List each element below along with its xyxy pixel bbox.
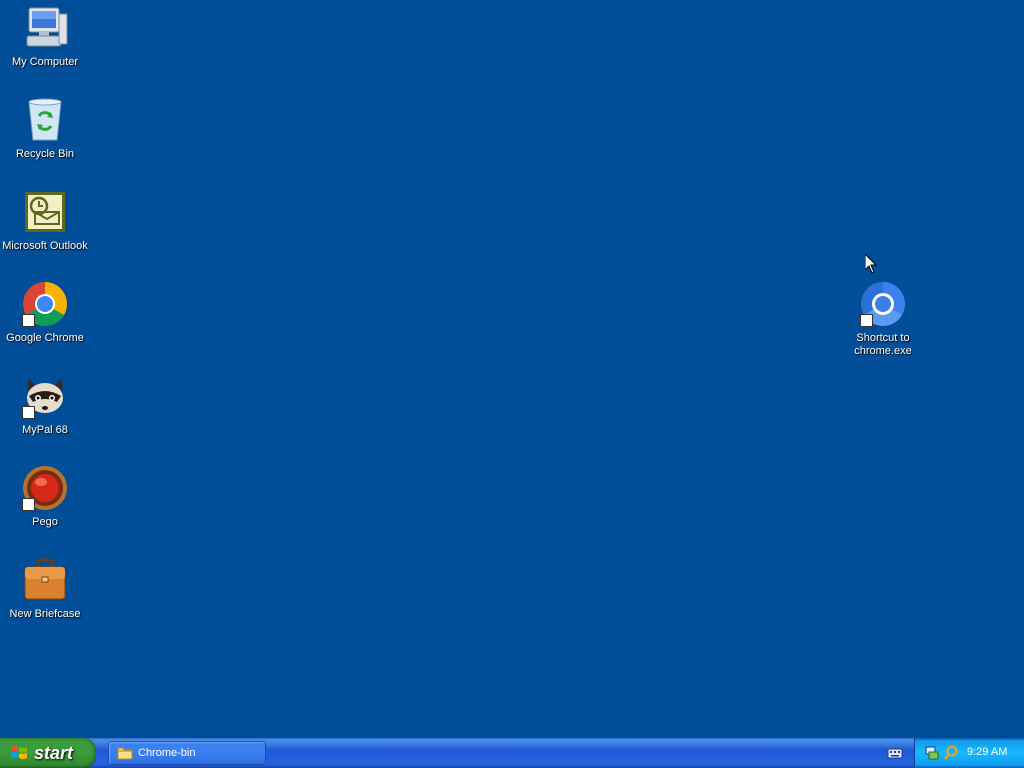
clock[interactable]: 9:29 AM [967,746,1007,758]
system-tray: 9:29 AM [914,738,1024,768]
keyboard-icon[interactable] [887,745,903,761]
desktop-icon-label: MyPal 68 [22,424,68,436]
pego-red-orb-icon [21,464,69,512]
briefcase-icon [21,556,69,604]
folder-icon [117,747,133,760]
start-button[interactable]: start [0,738,96,768]
outlook-icon [21,188,69,236]
desktop-icon-recycle-bin[interactable]: Recycle Bin [0,96,90,161]
search-icon[interactable] [943,745,959,761]
shortcut-arrow-icon [22,498,35,511]
desktop-icon-new-briefcase[interactable]: New Briefcase [0,556,90,621]
shortcut-arrow-icon [22,406,35,419]
shortcut-arrow-icon [22,314,35,327]
desktop-icon-label: Google Chrome [6,332,84,344]
desktop-icon-google-chrome[interactable]: Google Chrome [0,280,90,345]
shortcut-arrow-icon [860,314,873,327]
desktop-icon-label: Shortcut to chrome.exe [854,332,912,357]
recycle-bin-icon [21,96,69,144]
computer-icon [21,4,69,52]
desktop-icon-label: Pego [32,516,58,528]
windows-flag-icon [11,746,27,759]
mypal-raccoon-icon [21,372,69,420]
desktop-icon-label: Microsoft Outlook [2,240,88,252]
desktop-icon-microsoft-outlook[interactable]: Microsoft Outlook [0,188,90,253]
desktop-icon-pego[interactable]: Pego [0,464,90,529]
taskbar-button-chrome-bin[interactable]: Chrome-bin [108,741,266,765]
taskbar-button-label: Chrome-bin [138,747,196,759]
network-icon[interactable] [924,745,940,761]
desktop-icon-label: My Computer [11,56,79,68]
mouse-cursor-icon [865,254,877,274]
desktop-icon-label: New Briefcase [9,608,81,620]
start-label: start [34,742,74,763]
chrome-icon [21,280,69,328]
desktop-icon-my-computer[interactable]: My Computer [0,4,90,69]
chrome-blue-icon [859,280,907,328]
desktop-icon-label: Recycle Bin [15,148,75,160]
desktop[interactable]: My Computer Recycle Bin Microsoft Outloo… [0,0,1024,738]
desktop-icon-shortcut-chrome-exe[interactable]: Shortcut to chrome.exe [838,280,928,358]
taskbar: start Chrome-bin 9:29 AM [0,738,1024,768]
desktop-icon-mypal-68[interactable]: MyPal 68 [0,372,90,437]
